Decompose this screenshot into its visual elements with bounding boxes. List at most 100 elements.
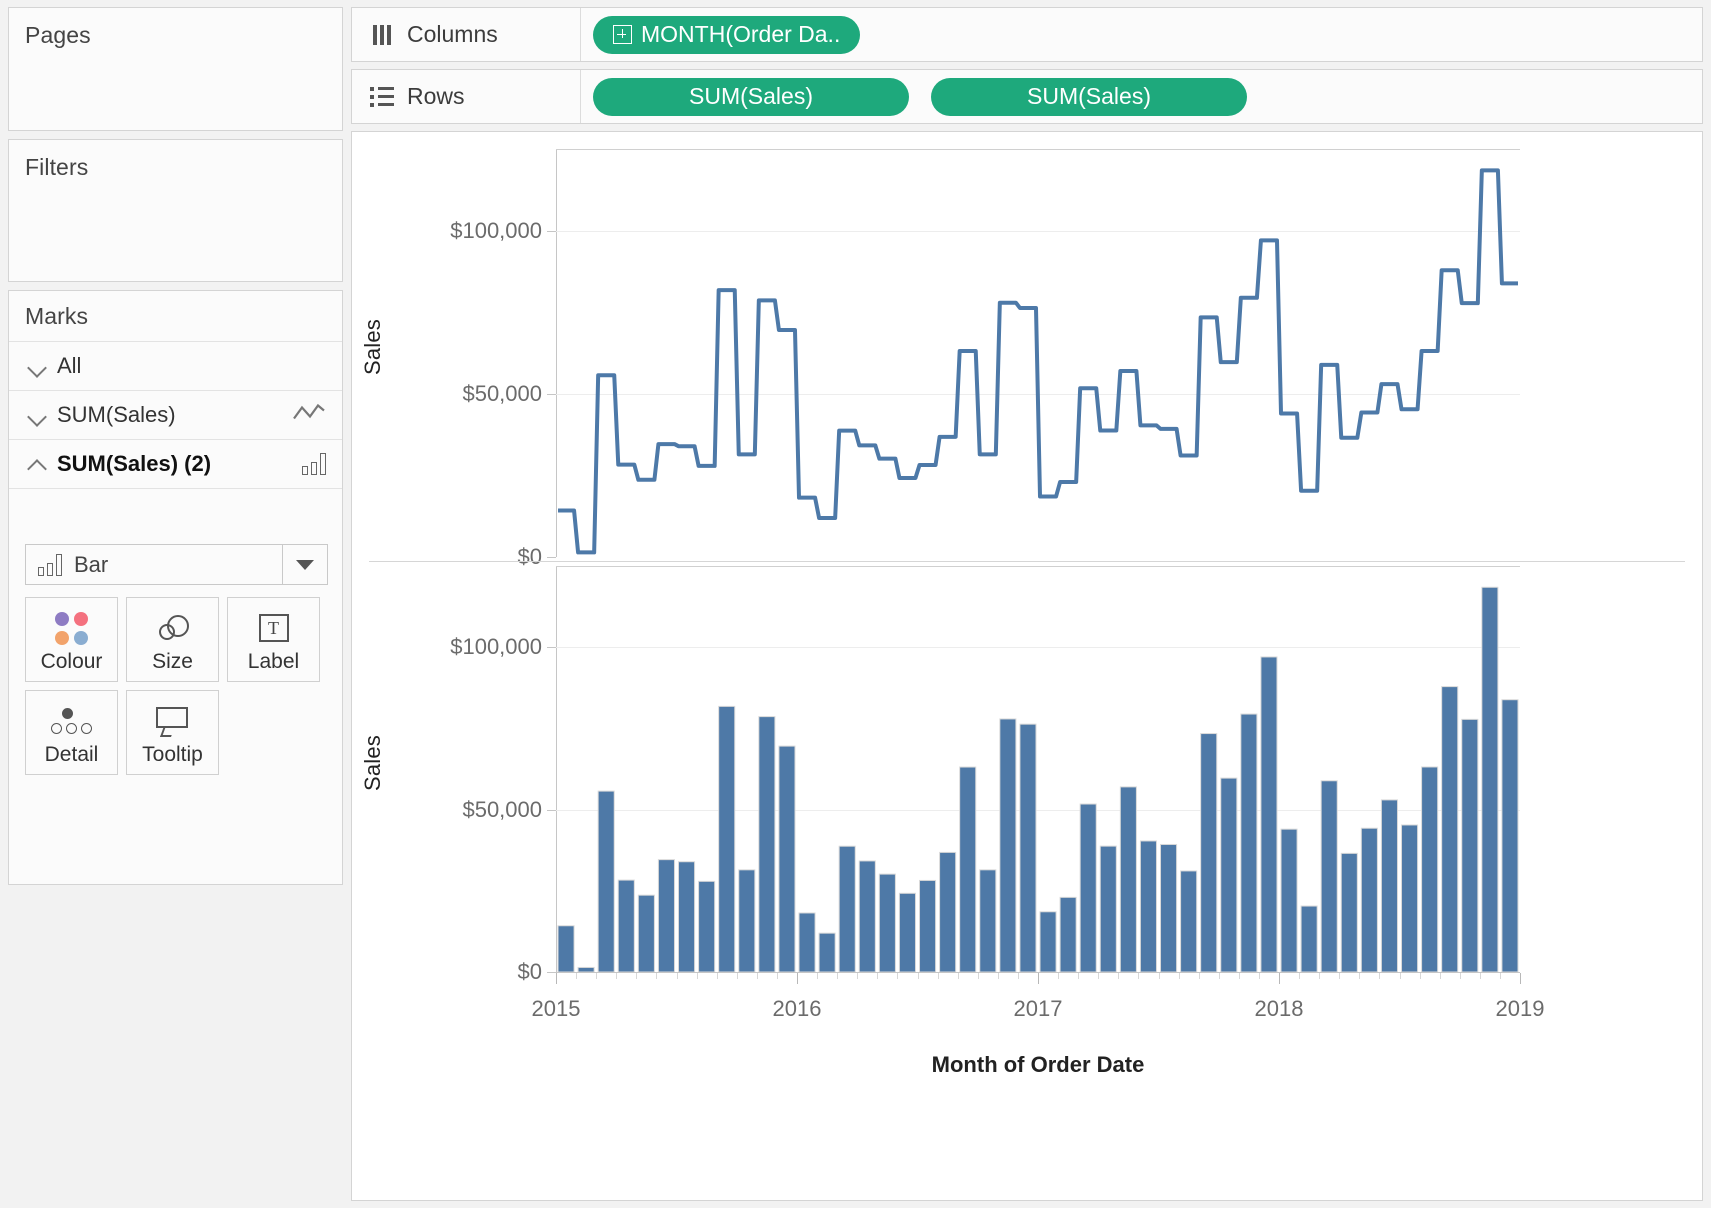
bar-mark[interactable] <box>718 705 736 973</box>
tooltip-button[interactable]: Tooltip <box>126 690 219 775</box>
bar-mark[interactable] <box>1119 786 1137 973</box>
bar-mark[interactable] <box>818 932 836 973</box>
bar-mark[interactable] <box>1360 827 1378 973</box>
detail-dots-icon <box>51 700 92 742</box>
bar-mark[interactable] <box>919 879 937 973</box>
bar-mark[interactable] <box>838 845 856 973</box>
bar-mark[interactable] <box>878 873 896 973</box>
mark-type-select[interactable]: Bar <box>25 544 328 585</box>
x-tick-label: 2018 <box>1254 996 1304 1021</box>
colour-button[interactable]: Colour <box>25 597 118 682</box>
x-minor-tick <box>977 973 979 979</box>
bar-mark[interactable] <box>1240 713 1258 973</box>
columns-shelf[interactable]: Columns MONTH(Order Da.. <box>351 7 1703 62</box>
bar-mark[interactable] <box>979 869 997 973</box>
bar-mark[interactable] <box>1320 780 1338 973</box>
x-minor-tick <box>716 973 718 979</box>
marks-row-all[interactable]: All <box>9 342 342 391</box>
marks-row-sum-sales-2[interactable]: SUM(Sales) (2) <box>9 440 342 489</box>
bar-mark[interactable] <box>738 869 756 973</box>
bar-mark[interactable] <box>778 745 796 973</box>
bar-mark[interactable] <box>1280 828 1298 973</box>
chevron-down-icon[interactable] <box>282 545 327 584</box>
chevron-up-icon[interactable] <box>23 449 53 479</box>
x-major-tick <box>797 973 798 984</box>
line-mark[interactable] <box>558 168 1518 555</box>
marks-row-sum-sales[interactable]: SUM(Sales) <box>9 391 342 440</box>
bar-mark[interactable] <box>1380 799 1398 973</box>
bar-mark[interactable] <box>939 851 957 973</box>
bar-mark[interactable] <box>999 718 1017 973</box>
bar-mark[interactable] <box>657 859 675 973</box>
x-minor-tick <box>857 973 859 979</box>
bar-chart-plot[interactable] <box>556 566 1520 974</box>
pill-sum-sales-1[interactable]: SUM(Sales) <box>593 77 909 116</box>
filters-card[interactable]: Filters <box>8 139 343 282</box>
x-minor-tick <box>1479 973 1481 979</box>
view-canvas[interactable]: $0 $50,000 $100,000 Sales $0 $50,000 $100,000 S… <box>351 131 1703 1201</box>
bar-mark[interactable] <box>1039 911 1057 973</box>
bar-mark[interactable] <box>1401 824 1419 973</box>
pill-month-order-date[interactable]: MONTH(Order Da.. <box>593 15 861 54</box>
x-minor-tick <box>1299 973 1301 979</box>
bar-mark[interactable] <box>698 880 716 973</box>
bar-mark[interactable] <box>1220 777 1238 973</box>
plus-box-icon[interactable] <box>613 25 632 44</box>
bar-mark[interactable] <box>557 925 575 973</box>
size-circles-icon <box>154 607 192 649</box>
charts-container: $0 $50,000 $100,000 Sales $0 $50,000 $100,000 S… <box>352 132 1702 1200</box>
bar-mark[interactable] <box>898 892 916 973</box>
bar-mark[interactable] <box>1340 852 1358 973</box>
bar-mark[interactable] <box>1421 766 1439 973</box>
y-tick-label: $0 <box>517 959 542 984</box>
x-minor-tick <box>877 973 879 979</box>
line-chart-plot[interactable] <box>556 149 1520 559</box>
bar-mark[interactable] <box>1160 843 1178 973</box>
bar-mark[interactable] <box>1059 896 1077 973</box>
bar-mark[interactable] <box>1200 733 1218 973</box>
bar-mark[interactable] <box>597 790 615 973</box>
bar-mark[interactable] <box>678 861 696 973</box>
pill-sum-sales-2[interactable]: SUM(Sales) <box>931 77 1247 116</box>
size-button[interactable]: Size <box>126 597 219 682</box>
chevron-down-icon[interactable] <box>23 351 53 381</box>
x-minor-tick <box>1198 973 1200 979</box>
bar-mark[interactable] <box>758 716 776 973</box>
bar-mark[interactable] <box>959 766 977 973</box>
bar-mark[interactable] <box>1461 718 1479 973</box>
chevron-down-icon[interactable] <box>23 400 53 430</box>
bar-mark[interactable] <box>1139 840 1157 973</box>
bar-mark[interactable] <box>1300 905 1318 973</box>
x-minor-tick <box>1218 973 1220 979</box>
y-tick-mark <box>547 231 556 232</box>
x-minor-tick <box>736 973 738 979</box>
y-tick-mark <box>547 394 556 395</box>
marks-card: Marks All SUM(Sales) SUM(Sales) (2) Bar … <box>8 290 343 885</box>
label-button[interactable]: T Label <box>227 597 320 682</box>
bar-mark[interactable] <box>1260 656 1278 973</box>
x-minor-tick <box>676 973 678 979</box>
bar-mark[interactable] <box>798 912 816 973</box>
detail-button[interactable]: Detail <box>25 690 118 775</box>
bar-mark[interactable] <box>1501 699 1519 973</box>
bar-mark[interactable] <box>1180 870 1198 973</box>
x-tick-label: 2017 <box>1013 996 1063 1021</box>
pages-card[interactable]: Pages <box>8 7 343 131</box>
columns-icon <box>369 24 395 45</box>
pages-title: Pages <box>25 22 91 48</box>
rows-shelf[interactable]: Rows SUM(Sales) SUM(Sales) <box>351 69 1703 124</box>
bar-mark[interactable] <box>858 860 876 973</box>
bar-mark[interactable] <box>1079 803 1097 973</box>
bar-mark[interactable] <box>637 894 655 973</box>
bar-mark[interactable] <box>1481 586 1499 973</box>
x-tick-label: 2016 <box>772 996 822 1021</box>
bar-mark[interactable] <box>617 879 635 973</box>
bar-mark[interactable] <box>1019 723 1037 973</box>
x-minor-tick <box>776 973 778 979</box>
x-minor-tick <box>1078 973 1080 979</box>
bar-icon <box>302 453 326 475</box>
x-minor-tick <box>1258 973 1260 979</box>
y-tick-label: $100,000 <box>450 218 542 243</box>
bar-mark[interactable] <box>1099 845 1117 973</box>
bar-mark[interactable] <box>1441 686 1459 973</box>
